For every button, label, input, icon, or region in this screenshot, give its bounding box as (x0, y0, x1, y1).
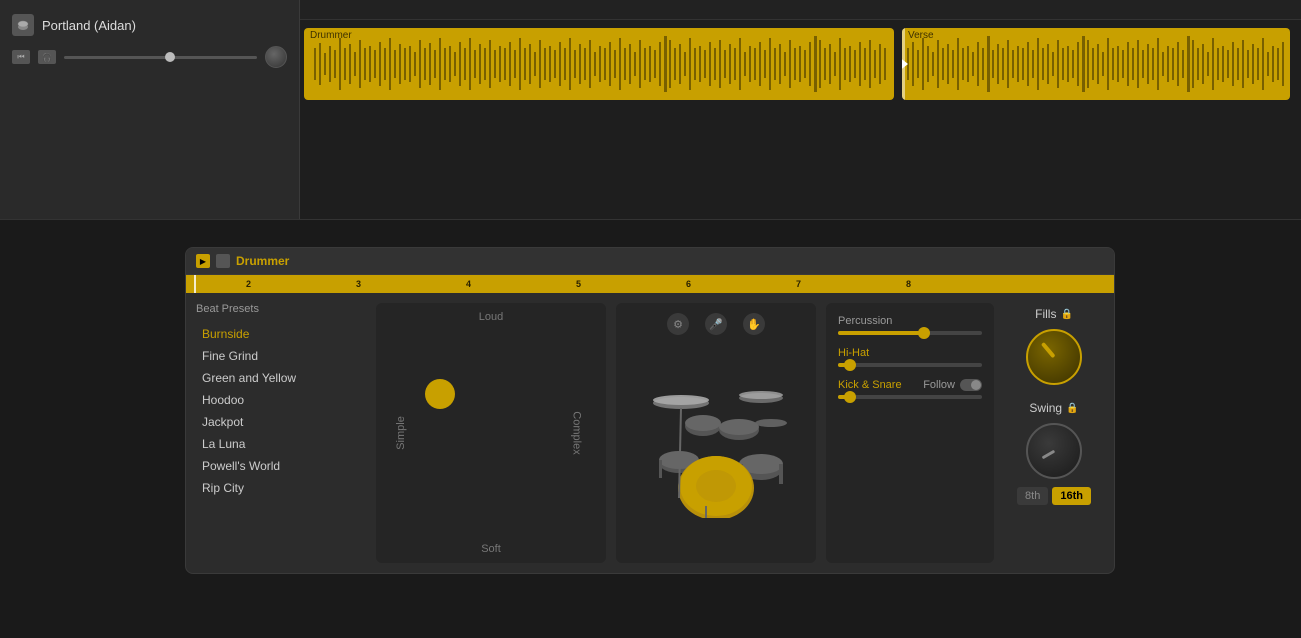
drummer-editor-panel: ▶ Drummer 2 3 4 5 6 7 8 Beat Presets Bur… (185, 247, 1115, 574)
volume-slider-thumb[interactable] (165, 52, 175, 62)
drummer-header-icon2 (216, 254, 230, 268)
note-16th-button[interactable]: 16th (1052, 487, 1091, 505)
ruler-marker-2: 2 (246, 279, 251, 289)
kit-icon-gear[interactable]: ⚙ (667, 313, 689, 335)
kit-icon-hand[interactable]: ✋ (743, 313, 765, 335)
swing-label: Swing (1029, 401, 1062, 415)
track-controls: ⏮ 🎧 (12, 46, 287, 68)
hihat-label: Hi-Hat (838, 347, 982, 359)
track-header: Portland (Aidan) ⏮ 🎧 (0, 0, 300, 219)
hihat-slider[interactable] (838, 363, 982, 367)
volume-slider-track[interactable] (64, 56, 257, 59)
fills-lock-icon[interactable]: 🔒 (1060, 309, 1072, 320)
rewind-button[interactable]: ⏮ (12, 50, 30, 64)
hihat-control: Hi-Hat (838, 347, 982, 367)
hihat-slider-thumb[interactable] (844, 359, 856, 371)
preset-jackpot[interactable]: Jackpot (196, 411, 366, 433)
follow-label: Follow (923, 379, 955, 391)
track-area: Portland (Aidan) ⏮ 🎧 Drummer (0, 0, 1301, 220)
right-panel: Fills 🔒 Swing 🔒 8th 16th (1004, 303, 1104, 563)
note-8th-button[interactable]: 8th (1017, 487, 1048, 505)
ruler-marker-8: 8 (906, 279, 911, 289)
kick-snare-control: Kick & Snare Follow (838, 379, 982, 399)
drummer-header-icon: ▶ (196, 254, 210, 268)
track-name-row: Portland (Aidan) (12, 14, 287, 36)
drummer-body: Beat Presets Burnside Fine Grind Green a… (186, 293, 1114, 573)
timeline-ruler (300, 0, 1301, 20)
pad-label-simple: Simple (395, 416, 407, 450)
drummer-panel-title: Drummer (236, 254, 289, 268)
pan-knob[interactable] (265, 46, 287, 68)
fills-knob[interactable] (1026, 329, 1082, 385)
ruler-marker-7: 7 (796, 279, 801, 289)
kit-icon-mic[interactable]: 🎤 (705, 313, 727, 335)
drummer-region[interactable]: Drummer (304, 28, 894, 100)
fills-label: Fills (1035, 307, 1056, 321)
preset-powells-world[interactable]: Powell's World (196, 455, 366, 477)
ruler-marker-6: 6 (686, 279, 691, 289)
timeline-area: Drummer (300, 0, 1301, 219)
preset-green-yellow[interactable]: Green and Yellow (196, 367, 366, 389)
performance-pad-dot[interactable] (425, 379, 455, 409)
performance-pad[interactable]: Loud Soft Simple Complex (376, 303, 606, 563)
kick-snare-header: Kick & Snare Follow (838, 379, 982, 391)
playhead-line (194, 275, 196, 293)
swing-label-row: Swing 🔒 (1029, 401, 1078, 415)
drummer-region-label: Drummer (310, 30, 352, 41)
ruler-marker-4: 4 (466, 279, 471, 289)
drum-kit-icon-row: ⚙ 🎤 ✋ (667, 313, 765, 335)
percussion-slider[interactable] (838, 331, 982, 335)
swing-knob-indicator (1041, 450, 1055, 460)
preset-hoodoo[interactable]: Hoodoo (196, 389, 366, 411)
percussion-control: Percussion (838, 315, 982, 335)
volume-control (64, 56, 257, 59)
swing-knob[interactable] (1026, 423, 1082, 479)
preset-rip-city[interactable]: Rip City (196, 477, 366, 499)
drummer-track-icon (12, 14, 34, 36)
track-name: Portland (Aidan) (42, 18, 136, 33)
headphone-button[interactable]: 🎧 (38, 50, 56, 64)
follow-toggle[interactable]: Follow (923, 379, 982, 391)
pad-label-soft: Soft (481, 543, 501, 555)
beat-presets-title: Beat Presets (196, 303, 366, 315)
beat-presets-panel: Beat Presets Burnside Fine Grind Green a… (196, 303, 366, 563)
swing-lock-icon[interactable]: 🔒 (1066, 403, 1078, 414)
fills-label-row: Fills 🔒 (1035, 307, 1073, 321)
waveform-row: Drummer (300, 28, 1301, 108)
kick-snare-slider-thumb[interactable] (844, 391, 856, 403)
preset-la-luna[interactable]: La Luna (196, 433, 366, 455)
follow-toggle-dot (971, 380, 981, 390)
pad-label-complex: Complex (570, 411, 582, 454)
fills-section: Fills 🔒 (1008, 307, 1100, 385)
fills-knob-indicator (1041, 342, 1056, 358)
drum-kit-display: ⚙ 🎤 ✋ (616, 303, 816, 563)
percussion-slider-thumb[interactable] (918, 327, 930, 339)
kick-snare-label: Kick & Snare (838, 379, 902, 391)
pad-label-loud: Loud (479, 311, 503, 323)
drummer-ruler: 2 3 4 5 6 7 8 (186, 275, 1114, 293)
ruler-marker-3: 3 (356, 279, 361, 289)
preset-burnside[interactable]: Burnside (196, 323, 366, 345)
percussion-label: Percussion (838, 315, 982, 327)
controls-panel: Percussion Hi-Hat Kick & Snare (826, 303, 994, 563)
verse-region[interactable]: Verse (902, 28, 1290, 100)
drummer-panel-header: ▶ Drummer (186, 248, 1114, 275)
percussion-slider-fill (838, 331, 924, 335)
waveform-tracks: Drummer (300, 20, 1301, 219)
preset-fine-grind[interactable]: Fine Grind (196, 345, 366, 367)
note-buttons: 8th 16th (1017, 487, 1091, 505)
ruler-marker-5: 5 (576, 279, 581, 289)
swing-section: Swing 🔒 8th 16th (1008, 401, 1100, 505)
kick-snare-slider[interactable] (838, 395, 982, 399)
follow-toggle-pill[interactable] (960, 379, 982, 391)
verse-region-label: Verse (908, 30, 934, 41)
drum-svg (616, 303, 816, 563)
